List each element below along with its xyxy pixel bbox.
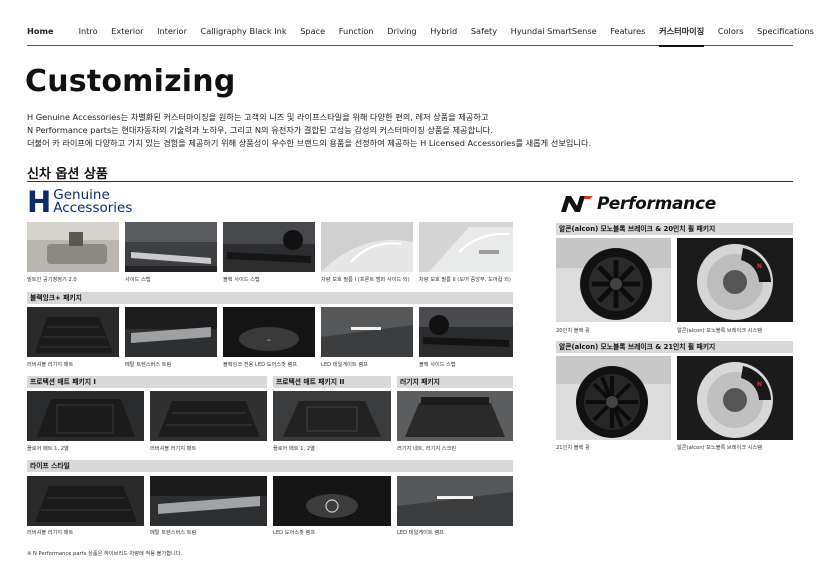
nav-interior[interactable]: Interior (157, 24, 187, 46)
n-performance-text: Performance (597, 194, 716, 214)
photo-ls-tailgate-lamp (397, 476, 513, 526)
photo-bi-black-side-step (419, 307, 513, 357)
caption-pm2-floor-mat: 플로어 매트 1, 2열 (273, 446, 315, 452)
caption-alcon-brake-21: 알콘(alcon) 모노블록 브레이크 시스템 (677, 445, 762, 451)
section-title: 신차 옵션 상품 (27, 167, 108, 182)
nav-hybrid[interactable]: Hybrid (430, 24, 457, 46)
hga-mark: H (27, 185, 51, 219)
nav-colors[interactable]: Colors (718, 24, 744, 46)
photo-protection-film-1 (321, 222, 413, 272)
caption-ls-tailgate-lamp: LED 테일게이트 램프 (397, 530, 444, 536)
caption-21-inch-black-wheel: 21인치 블랙 휠 (556, 445, 590, 451)
nav-safety[interactable]: Safety (471, 24, 497, 46)
hga-line-2: Accessories (53, 200, 133, 216)
caption-ls-metal-trim: 메탈 트렌스버스 트림 (150, 530, 197, 536)
caption-side-step: 사이드 스텝 (125, 277, 151, 283)
photo-alcon-brake-21: N (677, 356, 793, 440)
photo-pm2-floor-mat (273, 391, 391, 441)
caption-bi-door-spot-lamp: 블랙잉크 전용 LED 도어스팟 램프 (223, 362, 298, 368)
page-title: Customizing (25, 64, 236, 99)
nav-smartsense[interactable]: Hyundai SmartSense (511, 24, 597, 46)
top-navigation: Home Intro Exterior Interior Calligraphy… (27, 24, 814, 47)
photo-luggage-net (397, 391, 513, 441)
caption-ls-luggage-mat: 러버셔블 러기지 매트 (27, 530, 74, 536)
intro-line-1: H Genuine Accessories는 차별화된 커스터마이징을 원하는 … (27, 112, 489, 122)
photo-21-inch-black-wheel (556, 356, 671, 440)
photo-pm1-floor-mat (27, 391, 144, 441)
nav-driving[interactable]: Driving (387, 24, 416, 46)
photo-ls-door-spot-lamp (273, 476, 391, 526)
photo-bi-tailgate-lamp (321, 307, 413, 357)
n-performance-logo: Performance (557, 193, 716, 215)
nav-exterior[interactable]: Exterior (111, 24, 143, 46)
nav-customizing[interactable]: 커스터마이징 (659, 24, 705, 47)
intro-line-2: N Performance parts는 현대자동차의 기술력과 노하우, 그리… (27, 125, 493, 135)
photo-bi-metal-trim (125, 307, 217, 357)
caption-protection-film-2: 차량 보호 필름 II (도어 중앙부, 도어컵 외) (419, 277, 511, 283)
caption-bi-metal-trim: 메탈 트렌스버스 트림 (125, 362, 172, 368)
caption-luggage-net: 러기지 네트, 러기지 스크린 (397, 446, 457, 452)
black-ink-package-title: 블랙잉크+ 패키지 (27, 292, 513, 304)
n-package-20-title: 알콘(alcon) 모노블록 브레이크 & 20인치 휠 패키지 (556, 223, 793, 235)
n-logo-icon (561, 196, 593, 212)
photo-alcon-brake-20: N (677, 238, 793, 322)
caption-ls-door-spot-lamp: LED 도어스팟 램프 (273, 530, 316, 536)
photo-air-purifier (27, 222, 119, 272)
section-divider (27, 181, 793, 182)
nav-calligraphy[interactable]: Calligraphy Black Ink (201, 24, 287, 46)
nav-home[interactable]: Home (27, 24, 54, 46)
svg-text:N: N (757, 263, 762, 270)
photo-pm1-luggage-mat (150, 391, 267, 441)
caption-bi-luggage-mat: 러버셔블 러기지 매트 (27, 362, 74, 368)
photo-20-inch-black-wheel (556, 238, 671, 322)
n-package-21-title: 알콘(alcon) 모노블록 브레이크 & 21인치 휠 패키지 (556, 341, 793, 353)
luggage-package-title: 러기지 패키지 (397, 376, 513, 388)
photo-side-step (125, 222, 217, 272)
nav-function[interactable]: Function (339, 24, 374, 46)
intro-line-3: 더불어 카 라이프에 다양하고 가치 있는 경험을 제공하기 위해 상품성이 우… (27, 138, 592, 148)
svg-text:~: ~ (266, 337, 271, 344)
caption-pm1-luggage-mat: 러버셔블 러기지 매트 (150, 446, 197, 452)
nav-specifications[interactable]: Specifications (757, 24, 814, 46)
nav-features[interactable]: Features (610, 24, 645, 46)
caption-bi-black-side-step: 블랙 사이드 스텝 (419, 362, 456, 368)
photo-protection-film-2 (419, 222, 513, 272)
caption-alcon-brake-20: 알콘(alcon) 모노블록 브레이크 시스템 (677, 328, 762, 334)
lifestyle-title: 라이프 스타일 (27, 460, 513, 472)
h-genuine-accessories-logo: H Genuine Accessories (27, 187, 132, 217)
caption-air-purifier: 빌트인 공기청정기 2.0 (27, 277, 77, 283)
photo-ls-metal-trim (150, 476, 267, 526)
caption-pm1-floor-mat: 플로어 매트 1, 2열 (27, 446, 69, 452)
photo-black-side-step (223, 222, 315, 272)
protection-mat-2-title: 프로텍션 매트 패키지 II (273, 376, 391, 388)
caption-bi-tailgate-lamp: LED 테일게이트 램프 (321, 362, 368, 368)
photo-bi-luggage-mat (27, 307, 119, 357)
nav-space[interactable]: Space (300, 24, 325, 46)
svg-text:N: N (757, 381, 762, 388)
photo-ls-luggage-mat (27, 476, 144, 526)
protection-mat-1-title: 프로텍션 매트 패키지 I (27, 376, 267, 388)
footnote: ※ N Performance parts 상품은 하이브리드 차량에 적용 불… (27, 551, 183, 557)
photo-bi-door-spot-lamp: ~ (223, 307, 315, 357)
nav-intro[interactable]: Intro (79, 24, 98, 46)
caption-black-side-step: 블랙 사이드 스텝 (223, 277, 260, 283)
intro-text: H Genuine Accessories는 차별화된 커스터마이징을 원하는 … (27, 111, 797, 150)
caption-20-inch-black-wheel: 20인치 블랙 휠 (556, 328, 590, 334)
caption-protection-film-1: 차량 보호 필름 I (프론트 범퍼 사이드 외) (321, 277, 410, 283)
